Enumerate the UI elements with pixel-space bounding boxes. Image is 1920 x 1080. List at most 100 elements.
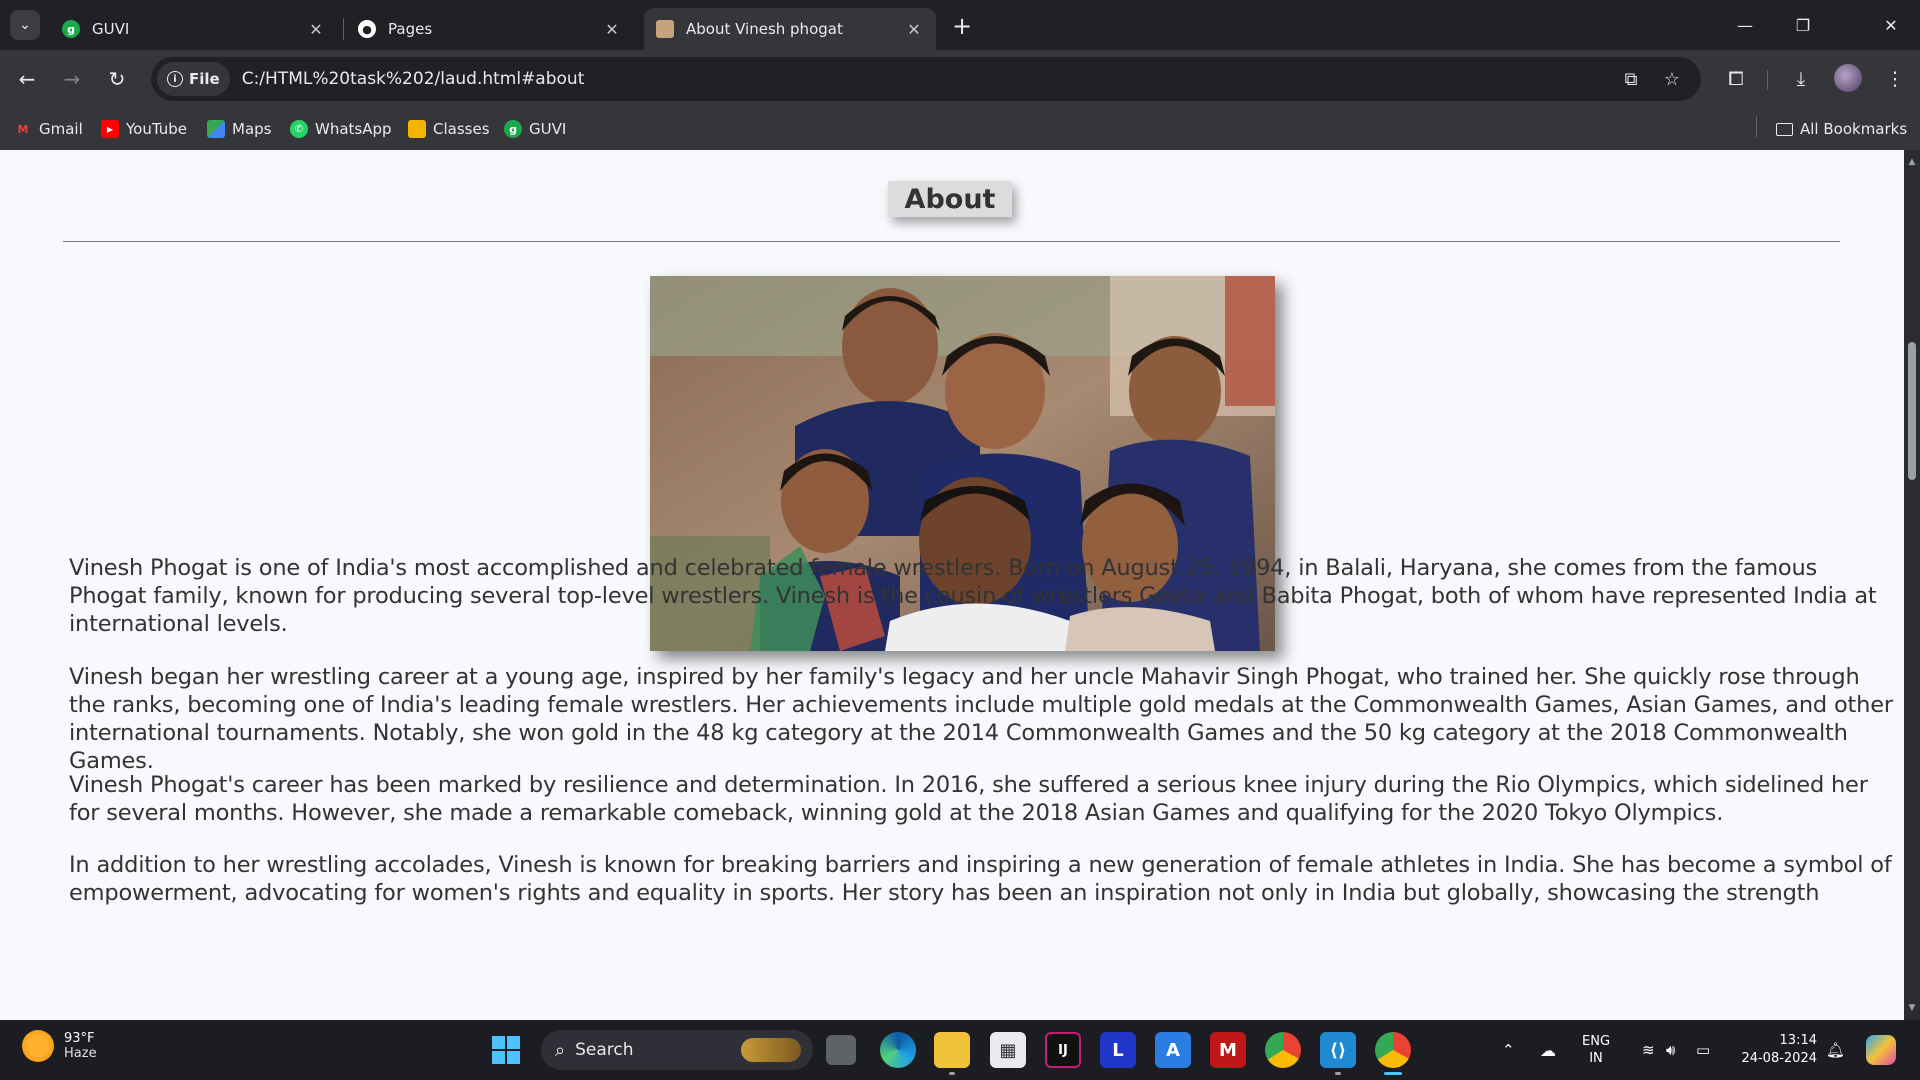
- youtube-icon: ▶: [101, 120, 119, 138]
- address-bar[interactable]: i File C:/HTML%20task%202/laud.html#abou…: [151, 57, 1701, 101]
- github-icon: ●: [358, 20, 376, 38]
- language-region: IN: [1589, 1051, 1603, 1066]
- tab-separator: [343, 18, 344, 40]
- store-icon[interactable]: ▦: [990, 1032, 1026, 1068]
- taskbar-search[interactable]: ⌕ Search: [541, 1030, 813, 1070]
- volume-icon[interactable]: 🔊︎: [1666, 1020, 1675, 1080]
- tab-title: GUVI: [92, 20, 130, 38]
- whatsapp-icon: ✆: [290, 120, 308, 138]
- scroll-up-arrow-icon[interactable]: ▲: [1904, 154, 1920, 170]
- search-icon: ⌕: [555, 1039, 566, 1061]
- bookmark-label: WhatsApp: [315, 120, 392, 138]
- about-paragraph-1: Vinesh Phogat is one of India's most acc…: [69, 555, 1877, 637]
- site-info-label: File: [189, 70, 220, 88]
- chrome-active-icon[interactable]: [1375, 1032, 1411, 1068]
- language-indicator[interactable]: ENG IN: [1582, 1020, 1610, 1080]
- classroom-icon: [408, 120, 426, 138]
- photo-favicon-icon: [656, 20, 674, 38]
- bookmark-classes[interactable]: Classes: [408, 117, 490, 141]
- tab-guvi[interactable]: g GUVI ✕: [50, 8, 338, 50]
- autodesk-icon[interactable]: A: [1155, 1032, 1191, 1068]
- all-bookmarks-button[interactable]: All Bookmarks: [1776, 117, 1907, 141]
- back-button[interactable]: ←: [12, 64, 42, 94]
- about-heading: About: [888, 181, 1012, 217]
- edge-icon[interactable]: [880, 1032, 916, 1068]
- bookmarks-divider: [1756, 116, 1757, 138]
- scroll-down-arrow-icon[interactable]: ▼: [1904, 1000, 1920, 1016]
- battery-icon[interactable]: ▭: [1696, 1020, 1710, 1080]
- search-highlight-image: [741, 1038, 801, 1062]
- close-icon[interactable]: ✕: [306, 20, 326, 39]
- about-paragraph-4: In addition to her wrestling accolades, …: [69, 852, 1892, 906]
- about-paragraph-3: Vinesh Phogat's career has been marked b…: [69, 772, 1868, 826]
- profile-avatar[interactable]: [1834, 64, 1862, 92]
- running-indicator: [1335, 1072, 1341, 1075]
- clock-time: 13:14: [1779, 1033, 1817, 1048]
- reload-icon: ↻: [108, 67, 126, 91]
- copilot-icon[interactable]: [1866, 1035, 1896, 1065]
- windows-start-icon[interactable]: [488, 1032, 524, 1068]
- tab-search-button[interactable]: ⌄: [10, 10, 40, 40]
- bookmark-label: Maps: [232, 120, 272, 138]
- chevron-up-icon: ⌃: [1502, 1041, 1515, 1059]
- tab-strip: ⌄ g GUVI ✕ ● Pages ✕ About Vinesh phogat…: [0, 0, 1920, 50]
- new-tab-button[interactable]: +: [948, 12, 976, 40]
- file-explorer-icon[interactable]: [934, 1032, 970, 1068]
- plus-icon: +: [951, 12, 973, 40]
- bookmark-maps[interactable]: Maps: [207, 117, 271, 141]
- reload-button[interactable]: ↻: [102, 64, 132, 94]
- vscode-icon[interactable]: ⟨⟩: [1320, 1032, 1356, 1068]
- maps-icon: [207, 120, 225, 138]
- scrollbar-thumb[interactable]: [1908, 342, 1916, 480]
- mcafee-icon[interactable]: M: [1210, 1032, 1246, 1068]
- l-app-icon[interactable]: L: [1100, 1032, 1136, 1068]
- close-icon[interactable]: ✕: [904, 20, 924, 39]
- chrome-icon[interactable]: [1265, 1032, 1301, 1068]
- extensions-icon[interactable]: ⧠: [1721, 64, 1751, 94]
- download-icon[interactable]: ⤓: [1786, 64, 1816, 94]
- forward-button[interactable]: →: [57, 64, 87, 94]
- guvi-icon: g: [62, 20, 80, 38]
- chevron-down-icon: ⌄: [19, 17, 31, 33]
- site-info-chip[interactable]: i File: [157, 62, 230, 96]
- clock[interactable]: 13:14 24-08-2024: [1737, 1020, 1817, 1080]
- page-scrollbar[interactable]: ▲ ▼: [1904, 150, 1920, 1020]
- all-bookmarks-label: All Bookmarks: [1800, 120, 1908, 138]
- tab-pages[interactable]: ● Pages ✕: [346, 8, 634, 50]
- language-code: ENG: [1582, 1034, 1611, 1049]
- bookmarks-bar: M Gmail ▶ YouTube Maps ✆ WhatsApp Classe…: [0, 108, 1920, 150]
- horizontal-rule: [63, 241, 1840, 242]
- notification-bell-icon[interactable]: 🔔︎: [1826, 1020, 1845, 1080]
- more-menu-icon[interactable]: ⋮: [1880, 64, 1910, 94]
- minimize-button[interactable]: —: [1716, 0, 1774, 50]
- bookmark-whatsapp[interactable]: ✆ WhatsApp: [290, 117, 392, 141]
- task-view-icon[interactable]: [826, 1035, 856, 1065]
- arrow-right-icon: →: [63, 67, 81, 91]
- close-icon[interactable]: ✕: [602, 20, 622, 39]
- minimize-icon: —: [1737, 15, 1753, 35]
- weather-temp: 93°F: [64, 1031, 95, 1046]
- bookmark-label: GUVI: [529, 120, 567, 138]
- show-hidden-icons[interactable]: ⌃: [1502, 1020, 1515, 1080]
- bookmark-gmail[interactable]: M Gmail: [14, 117, 83, 141]
- star-icon[interactable]: ☆: [1659, 66, 1685, 92]
- tab-about-vinesh[interactable]: About Vinesh phogat ✕: [644, 8, 936, 50]
- page-viewport: About Vinesh Phogat is one of India's mo…: [0, 150, 1904, 1020]
- bookmark-label: Gmail: [39, 120, 83, 138]
- weather-widget[interactable]: 93°F Haze: [22, 1030, 97, 1062]
- close-window-button[interactable]: ✕: [1862, 0, 1920, 50]
- translate-icon[interactable]: ⧉: [1618, 66, 1644, 92]
- bookmark-youtube[interactable]: ▶ YouTube: [101, 117, 187, 141]
- wifi-icon[interactable]: ≋: [1642, 1020, 1655, 1080]
- onedrive-icon[interactable]: ☁: [1540, 1020, 1556, 1080]
- about-paragraph-2: Vinesh began her wrestling career at a y…: [69, 664, 1893, 774]
- arrow-left-icon: ←: [18, 67, 36, 91]
- restore-button[interactable]: ❐: [1774, 0, 1832, 50]
- folder-icon: [1776, 122, 1793, 136]
- bookmark-guvi[interactable]: g GUVI: [504, 117, 566, 141]
- restore-icon: ❐: [1795, 15, 1811, 35]
- intellij-icon[interactable]: IJ: [1045, 1032, 1081, 1068]
- bookmark-label: Classes: [433, 120, 490, 138]
- url-text[interactable]: C:/HTML%20task%202/laud.html#about: [242, 69, 585, 89]
- clock-date: 24-08-2024: [1741, 1051, 1817, 1066]
